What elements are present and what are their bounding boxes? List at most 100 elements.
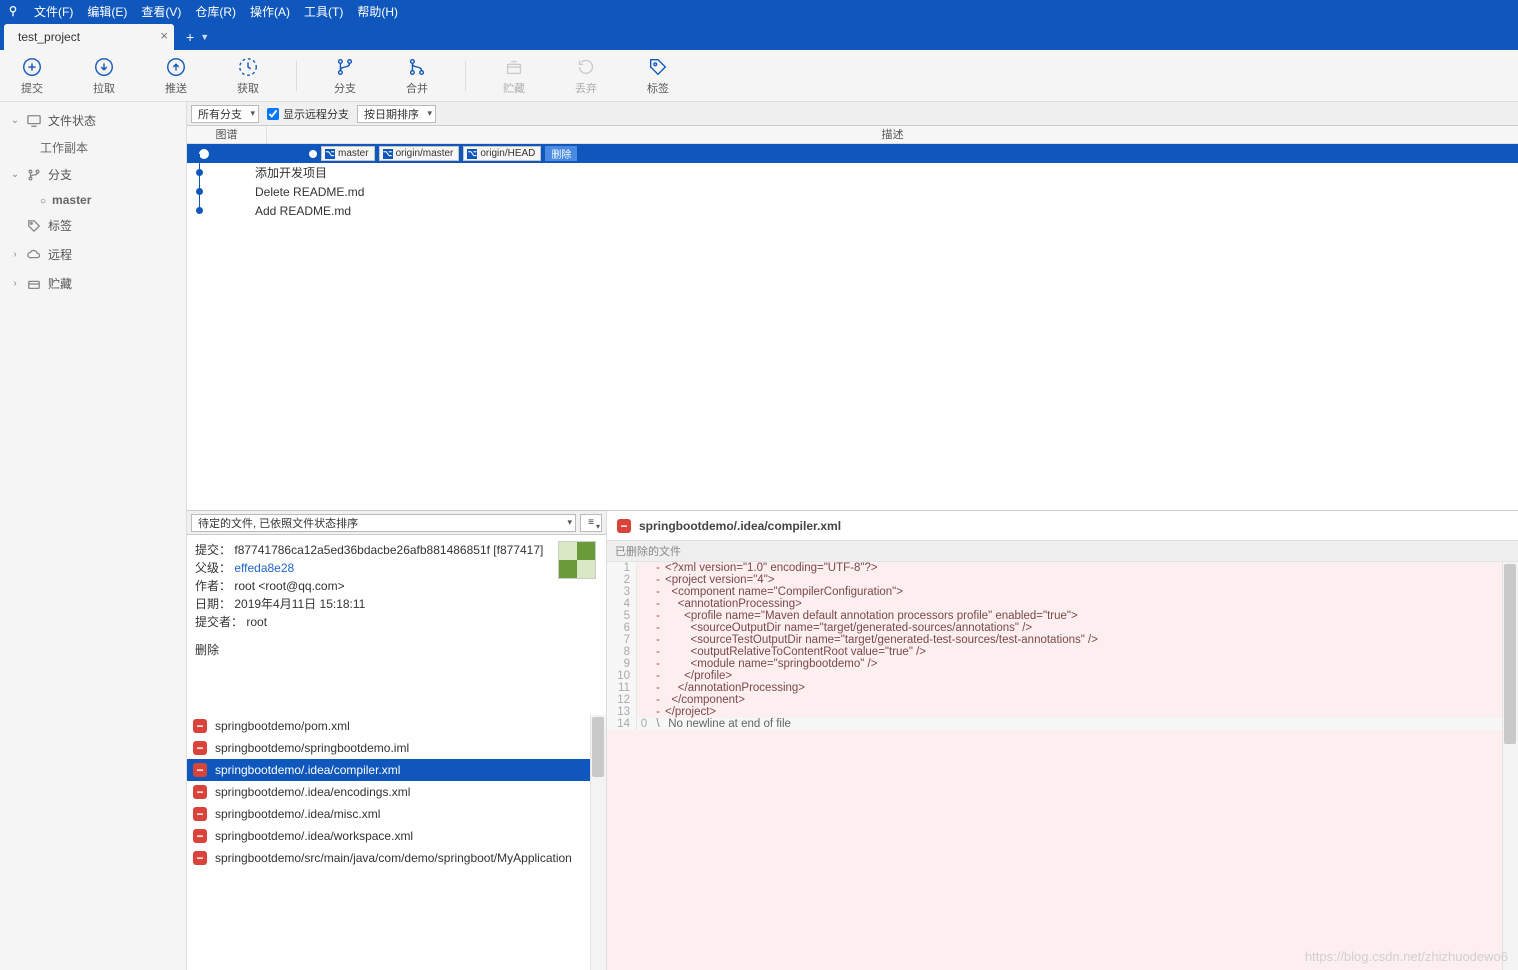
- diff-line: 4- <annotationProcessing>: [607, 598, 1518, 610]
- diff-line: 140\ No newline at end of file: [607, 718, 1518, 730]
- tag-icon: [647, 56, 669, 78]
- stash-icon: [503, 56, 525, 78]
- discard-icon: [575, 56, 597, 78]
- merge-button[interactable]: 合并: [393, 56, 441, 96]
- chevron-right-icon: ›: [10, 278, 20, 289]
- add-tab[interactable]: + ▼: [186, 24, 209, 50]
- branch-badge[interactable]: ⌥origin/master: [379, 146, 460, 161]
- sidebar-stashes[interactable]: ›贮藏: [0, 269, 186, 298]
- commit-row[interactable]: Delete README.md: [187, 182, 1518, 201]
- menu-repo[interactable]: 仓库(R): [195, 3, 236, 20]
- sidebar-remotes[interactable]: ›远程: [0, 240, 186, 269]
- minus-icon: −: [193, 719, 207, 733]
- minus-icon: −: [193, 741, 207, 755]
- file-row[interactable]: −springbootdemo/src/main/java/com/demo/s…: [187, 847, 606, 869]
- diff-line: 13-</project>: [607, 706, 1518, 718]
- tabbar: test_project × + ▼: [0, 22, 1518, 50]
- plus-icon: +: [186, 29, 194, 45]
- repo-tab[interactable]: test_project ×: [4, 24, 174, 50]
- app-logo-icon: [6, 4, 20, 18]
- filter-bar: 所有分支 显示远程分支 按日期排序: [187, 102, 1518, 126]
- commit-msg-badge: 删除: [545, 146, 577, 161]
- discard-button[interactable]: 丢弃: [562, 56, 610, 96]
- diff-hunk-header: 已删除的文件: [607, 541, 1518, 562]
- sort-combo[interactable]: 按日期排序: [357, 105, 436, 123]
- diff-line: 6- <sourceOutputDir name="target/generat…: [607, 622, 1518, 634]
- file-row[interactable]: −springbootdemo/pom.xml: [187, 715, 606, 737]
- menubar: 文件(F) 编辑(E) 查看(V) 仓库(R) 操作(A) 工具(T) 帮助(H…: [0, 0, 1518, 22]
- file-row[interactable]: −springbootdemo/springbootdemo.iml: [187, 737, 606, 759]
- sidebar-tags[interactable]: ›标签: [0, 211, 186, 240]
- chevron-down-icon: ▼: [200, 32, 209, 42]
- file-row[interactable]: −springbootdemo/.idea/misc.xml: [187, 803, 606, 825]
- commit-meta: 提交： f87741786ca12a5ed36bdacbe26afb881486…: [187, 535, 606, 715]
- sidebar: ⌄文件状态 工作副本 ⌄分支 master ›标签 ›远程 ›贮藏: [0, 102, 187, 970]
- sidebar-filestatus[interactable]: ⌄文件状态: [0, 106, 186, 135]
- menu-view[interactable]: 查看(V): [141, 3, 181, 20]
- separator: [465, 61, 466, 91]
- diff-line: 12- </component>: [607, 694, 1518, 706]
- chevron-down-icon: ⌄: [10, 169, 20, 180]
- file-row[interactable]: −springbootdemo/.idea/compiler.xml: [187, 759, 606, 781]
- tag-button[interactable]: 标签: [634, 56, 682, 96]
- arrow-down-icon: [93, 56, 115, 78]
- menu-file[interactable]: 文件(F): [34, 3, 73, 20]
- file-sort-combo[interactable]: 待定的文件, 已依照文件状态排序: [191, 514, 576, 532]
- diff-line: 8- <outputRelativeToContentRoot value="t…: [607, 646, 1518, 658]
- commit-row[interactable]: ⌥master ⌥origin/master ⌥origin/HEAD 删除: [187, 144, 1518, 163]
- head-dot-icon: [309, 150, 317, 158]
- cloud-icon: [26, 247, 42, 263]
- col-desc: 描述: [267, 126, 1518, 143]
- commit-row[interactable]: Add README.md: [187, 201, 1518, 220]
- scrollbar[interactable]: [590, 715, 606, 970]
- diff-line: 9- <module name="springbootdemo" />: [607, 658, 1518, 670]
- arrow-up-icon: [165, 56, 187, 78]
- graph-node-icon: [199, 149, 209, 159]
- diff-line: 1-<?xml version="1.0" encoding="UTF-8"?>: [607, 562, 1518, 574]
- show-remote-checkbox[interactable]: 显示远程分支: [267, 106, 349, 122]
- sidebar-branch-master[interactable]: master: [0, 189, 186, 211]
- sidebar-workingcopy[interactable]: 工作副本: [0, 135, 186, 160]
- branch-icon: [334, 56, 356, 78]
- branch-badge[interactable]: ⌥origin/HEAD: [463, 146, 541, 161]
- diff-file-header: − springbootdemo/.idea/compiler.xml: [607, 511, 1518, 541]
- diff-view[interactable]: 1-<?xml version="1.0" encoding="UTF-8"?>…: [607, 562, 1518, 970]
- menu-edit[interactable]: 编辑(E): [87, 3, 127, 20]
- branch-filter-combo[interactable]: 所有分支: [191, 105, 259, 123]
- file-row[interactable]: −springbootdemo/.idea/workspace.xml: [187, 825, 606, 847]
- parent-link[interactable]: effeda8e28: [234, 561, 294, 575]
- branch-badge[interactable]: ⌥master: [321, 146, 375, 161]
- commit-list[interactable]: ⌥master ⌥origin/master ⌥origin/HEAD 删除 添…: [187, 144, 1518, 510]
- scrollbar-thumb[interactable]: [592, 717, 604, 777]
- merge-icon: [406, 56, 428, 78]
- stash-button[interactable]: 贮藏: [490, 56, 538, 96]
- menu-action[interactable]: 操作(A): [250, 3, 290, 20]
- changed-files-list[interactable]: −springbootdemo/pom.xml−springbootdemo/s…: [187, 715, 606, 970]
- diff-line: 5- <profile name="Maven default annotati…: [607, 610, 1518, 622]
- scrollbar-thumb[interactable]: [1504, 564, 1516, 744]
- close-icon[interactable]: ×: [160, 28, 168, 43]
- diff-line: 11- </annotationProcessing>: [607, 682, 1518, 694]
- push-button[interactable]: 推送: [152, 56, 200, 96]
- file-row[interactable]: −springbootdemo/.idea/encodings.xml: [187, 781, 606, 803]
- branch-button[interactable]: 分支: [321, 56, 369, 96]
- fetch-button[interactable]: 获取: [224, 56, 272, 96]
- file-sort-bar: 待定的文件, 已依照文件状态排序 ≡: [187, 511, 606, 535]
- minus-icon: −: [193, 807, 207, 821]
- tag-icon: [26, 218, 42, 234]
- commit-header-row: 图谱 描述: [187, 126, 1518, 144]
- view-mode-button[interactable]: ≡: [580, 514, 602, 532]
- commit-row[interactable]: 添加开发项目: [187, 163, 1518, 182]
- menu-tools[interactable]: 工具(T): [304, 3, 343, 20]
- menu-help[interactable]: 帮助(H): [357, 3, 398, 20]
- chevron-right-icon: ›: [10, 249, 20, 260]
- plus-circle-icon: [21, 56, 43, 78]
- scrollbar[interactable]: [1502, 562, 1518, 970]
- commit-message: 删除: [195, 641, 598, 659]
- diff-line: 7- <sourceTestOutputDir name="target/gen…: [607, 634, 1518, 646]
- pull-button[interactable]: 拉取: [80, 56, 128, 96]
- sidebar-branches[interactable]: ⌄分支: [0, 160, 186, 189]
- minus-icon: −: [193, 851, 207, 865]
- commit-button[interactable]: 提交: [8, 56, 56, 96]
- repo-tab-label: test_project: [18, 30, 80, 44]
